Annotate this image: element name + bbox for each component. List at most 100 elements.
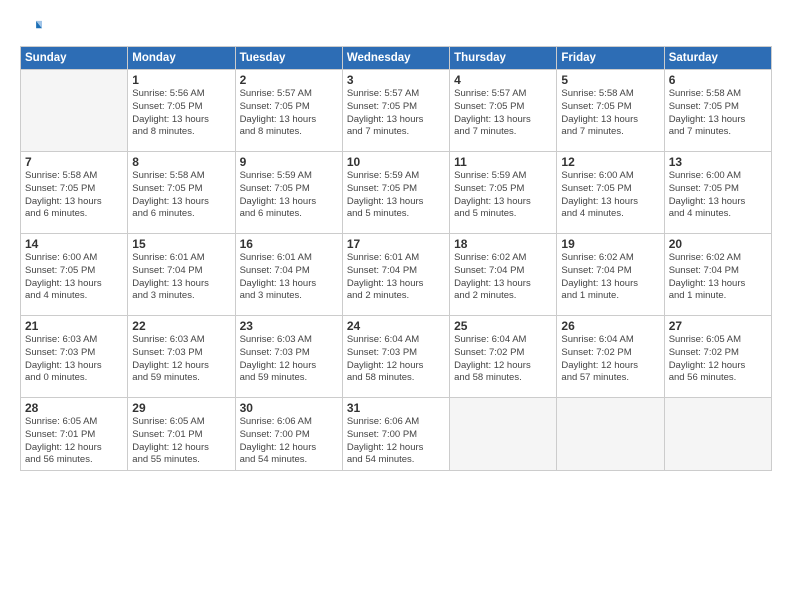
day-info: Sunrise: 6:01 AM Sunset: 7:04 PM Dayligh… xyxy=(240,252,338,303)
day-info: Sunrise: 6:00 AM Sunset: 7:05 PM Dayligh… xyxy=(561,170,659,221)
day-info: Sunrise: 6:04 AM Sunset: 7:02 PM Dayligh… xyxy=(454,334,552,385)
day-number: 29 xyxy=(132,401,230,415)
calendar-cell: 10Sunrise: 5:59 AM Sunset: 7:05 PM Dayli… xyxy=(342,152,449,234)
day-number: 30 xyxy=(240,401,338,415)
weekday-header-monday: Monday xyxy=(128,47,235,70)
day-info: Sunrise: 5:56 AM Sunset: 7:05 PM Dayligh… xyxy=(132,88,230,139)
calendar-cell: 16Sunrise: 6:01 AM Sunset: 7:04 PM Dayli… xyxy=(235,234,342,316)
day-number: 9 xyxy=(240,155,338,169)
calendar-cell: 4Sunrise: 5:57 AM Sunset: 7:05 PM Daylig… xyxy=(450,70,557,152)
day-info: Sunrise: 5:58 AM Sunset: 7:05 PM Dayligh… xyxy=(132,170,230,221)
calendar-cell: 30Sunrise: 6:06 AM Sunset: 7:00 PM Dayli… xyxy=(235,398,342,471)
day-number: 6 xyxy=(669,73,767,87)
day-info: Sunrise: 6:02 AM Sunset: 7:04 PM Dayligh… xyxy=(454,252,552,303)
calendar-cell: 26Sunrise: 6:04 AM Sunset: 7:02 PM Dayli… xyxy=(557,316,664,398)
day-info: Sunrise: 6:06 AM Sunset: 7:00 PM Dayligh… xyxy=(240,416,338,467)
calendar-cell: 3Sunrise: 5:57 AM Sunset: 7:05 PM Daylig… xyxy=(342,70,449,152)
logo-icon xyxy=(20,18,42,40)
header xyxy=(20,18,772,40)
calendar-cell xyxy=(21,70,128,152)
day-number: 22 xyxy=(132,319,230,333)
day-info: Sunrise: 6:05 AM Sunset: 7:01 PM Dayligh… xyxy=(132,416,230,467)
calendar-cell xyxy=(450,398,557,471)
day-number: 7 xyxy=(25,155,123,169)
day-number: 24 xyxy=(347,319,445,333)
day-number: 23 xyxy=(240,319,338,333)
weekday-header-thursday: Thursday xyxy=(450,47,557,70)
day-number: 11 xyxy=(454,155,552,169)
day-info: Sunrise: 5:58 AM Sunset: 7:05 PM Dayligh… xyxy=(561,88,659,139)
weekday-header-tuesday: Tuesday xyxy=(235,47,342,70)
calendar-cell: 24Sunrise: 6:04 AM Sunset: 7:03 PM Dayli… xyxy=(342,316,449,398)
day-info: Sunrise: 5:59 AM Sunset: 7:05 PM Dayligh… xyxy=(240,170,338,221)
calendar-cell: 31Sunrise: 6:06 AM Sunset: 7:00 PM Dayli… xyxy=(342,398,449,471)
day-info: Sunrise: 6:03 AM Sunset: 7:03 PM Dayligh… xyxy=(25,334,123,385)
day-info: Sunrise: 5:58 AM Sunset: 7:05 PM Dayligh… xyxy=(25,170,123,221)
day-number: 3 xyxy=(347,73,445,87)
calendar-cell: 5Sunrise: 5:58 AM Sunset: 7:05 PM Daylig… xyxy=(557,70,664,152)
day-number: 17 xyxy=(347,237,445,251)
calendar-cell: 25Sunrise: 6:04 AM Sunset: 7:02 PM Dayli… xyxy=(450,316,557,398)
calendar-cell: 18Sunrise: 6:02 AM Sunset: 7:04 PM Dayli… xyxy=(450,234,557,316)
day-info: Sunrise: 6:04 AM Sunset: 7:02 PM Dayligh… xyxy=(561,334,659,385)
calendar-cell: 20Sunrise: 6:02 AM Sunset: 7:04 PM Dayli… xyxy=(664,234,771,316)
calendar-cell: 8Sunrise: 5:58 AM Sunset: 7:05 PM Daylig… xyxy=(128,152,235,234)
day-number: 5 xyxy=(561,73,659,87)
calendar-cell: 1Sunrise: 5:56 AM Sunset: 7:05 PM Daylig… xyxy=(128,70,235,152)
calendar-cell: 19Sunrise: 6:02 AM Sunset: 7:04 PM Dayli… xyxy=(557,234,664,316)
day-info: Sunrise: 6:03 AM Sunset: 7:03 PM Dayligh… xyxy=(240,334,338,385)
day-number: 8 xyxy=(132,155,230,169)
day-number: 31 xyxy=(347,401,445,415)
day-info: Sunrise: 6:01 AM Sunset: 7:04 PM Dayligh… xyxy=(347,252,445,303)
day-number: 14 xyxy=(25,237,123,251)
day-info: Sunrise: 5:57 AM Sunset: 7:05 PM Dayligh… xyxy=(347,88,445,139)
calendar-cell: 2Sunrise: 5:57 AM Sunset: 7:05 PM Daylig… xyxy=(235,70,342,152)
day-number: 4 xyxy=(454,73,552,87)
day-number: 28 xyxy=(25,401,123,415)
day-number: 16 xyxy=(240,237,338,251)
calendar-cell: 11Sunrise: 5:59 AM Sunset: 7:05 PM Dayli… xyxy=(450,152,557,234)
day-info: Sunrise: 6:05 AM Sunset: 7:01 PM Dayligh… xyxy=(25,416,123,467)
day-info: Sunrise: 6:01 AM Sunset: 7:04 PM Dayligh… xyxy=(132,252,230,303)
calendar-cell: 21Sunrise: 6:03 AM Sunset: 7:03 PM Dayli… xyxy=(21,316,128,398)
weekday-header-wednesday: Wednesday xyxy=(342,47,449,70)
day-info: Sunrise: 6:06 AM Sunset: 7:00 PM Dayligh… xyxy=(347,416,445,467)
weekday-header-saturday: Saturday xyxy=(664,47,771,70)
calendar-cell xyxy=(557,398,664,471)
day-info: Sunrise: 6:05 AM Sunset: 7:02 PM Dayligh… xyxy=(669,334,767,385)
day-info: Sunrise: 6:00 AM Sunset: 7:05 PM Dayligh… xyxy=(669,170,767,221)
day-number: 19 xyxy=(561,237,659,251)
calendar-cell: 28Sunrise: 6:05 AM Sunset: 7:01 PM Dayli… xyxy=(21,398,128,471)
day-number: 12 xyxy=(561,155,659,169)
day-number: 21 xyxy=(25,319,123,333)
weekday-header-sunday: Sunday xyxy=(21,47,128,70)
day-number: 13 xyxy=(669,155,767,169)
day-number: 25 xyxy=(454,319,552,333)
day-info: Sunrise: 5:57 AM Sunset: 7:05 PM Dayligh… xyxy=(454,88,552,139)
day-number: 18 xyxy=(454,237,552,251)
day-number: 15 xyxy=(132,237,230,251)
day-info: Sunrise: 6:00 AM Sunset: 7:05 PM Dayligh… xyxy=(25,252,123,303)
calendar-cell: 15Sunrise: 6:01 AM Sunset: 7:04 PM Dayli… xyxy=(128,234,235,316)
day-info: Sunrise: 6:03 AM Sunset: 7:03 PM Dayligh… xyxy=(132,334,230,385)
day-info: Sunrise: 5:57 AM Sunset: 7:05 PM Dayligh… xyxy=(240,88,338,139)
calendar-cell: 29Sunrise: 6:05 AM Sunset: 7:01 PM Dayli… xyxy=(128,398,235,471)
day-number: 20 xyxy=(669,237,767,251)
calendar-cell: 14Sunrise: 6:00 AM Sunset: 7:05 PM Dayli… xyxy=(21,234,128,316)
page: SundayMondayTuesdayWednesdayThursdayFrid… xyxy=(0,0,792,481)
day-info: Sunrise: 6:02 AM Sunset: 7:04 PM Dayligh… xyxy=(669,252,767,303)
day-info: Sunrise: 6:02 AM Sunset: 7:04 PM Dayligh… xyxy=(561,252,659,303)
day-info: Sunrise: 6:04 AM Sunset: 7:03 PM Dayligh… xyxy=(347,334,445,385)
day-number: 1 xyxy=(132,73,230,87)
day-info: Sunrise: 5:59 AM Sunset: 7:05 PM Dayligh… xyxy=(454,170,552,221)
calendar-cell: 22Sunrise: 6:03 AM Sunset: 7:03 PM Dayli… xyxy=(128,316,235,398)
calendar-table: SundayMondayTuesdayWednesdayThursdayFrid… xyxy=(20,46,772,471)
calendar-cell: 7Sunrise: 5:58 AM Sunset: 7:05 PM Daylig… xyxy=(21,152,128,234)
calendar-cell: 9Sunrise: 5:59 AM Sunset: 7:05 PM Daylig… xyxy=(235,152,342,234)
day-number: 10 xyxy=(347,155,445,169)
calendar-cell: 23Sunrise: 6:03 AM Sunset: 7:03 PM Dayli… xyxy=(235,316,342,398)
day-number: 26 xyxy=(561,319,659,333)
calendar-cell xyxy=(664,398,771,471)
calendar-cell: 12Sunrise: 6:00 AM Sunset: 7:05 PM Dayli… xyxy=(557,152,664,234)
calendar-cell: 6Sunrise: 5:58 AM Sunset: 7:05 PM Daylig… xyxy=(664,70,771,152)
